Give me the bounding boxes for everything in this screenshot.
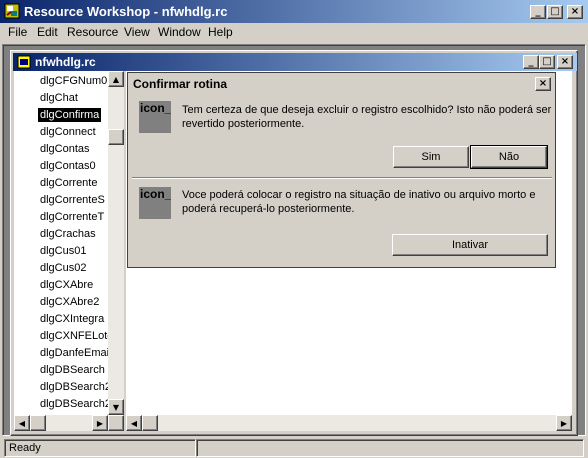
arrow-left-icon: ◀ (130, 418, 138, 428)
resource-list-item[interactable]: dlgDanfeEmail (38, 346, 108, 360)
resource-list-item[interactable]: dlgDBSearch2 (38, 380, 108, 394)
confirm-dialog[interactable]: Confirmar rotina × icon_ Tem certeza de … (127, 72, 556, 268)
app-title: Resource Workshop - nfwhdlg.rc (24, 4, 228, 19)
dialog-close-button[interactable]: × (535, 77, 551, 91)
arrow-up-icon: ▲ (112, 74, 120, 84)
list-horizontal-scrollbar[interactable]: ◀ ▶ (14, 415, 108, 431)
inactivate-message: Voce poderá colocar o registro na situaç… (182, 189, 536, 215)
child-title: nfwhdlg.rc (35, 55, 96, 69)
maximize-button[interactable]: □ (547, 5, 563, 19)
minimize-button[interactable]: _ (530, 5, 546, 19)
resource-list-item[interactable]: dlgCXNFELote (38, 329, 108, 343)
info-icon-placeholder[interactable]: icon_ (139, 187, 171, 219)
status-panel-2 (196, 439, 584, 457)
scroll-thumb[interactable] (108, 129, 124, 145)
resource-list-item[interactable]: dlgCrachas (38, 227, 98, 241)
child-minimize-button[interactable]: _ (523, 55, 539, 69)
resource-list-item[interactable]: dlgChat (38, 91, 80, 105)
menu-file[interactable]: File (8, 25, 27, 39)
arrow-right-icon: ▶ (560, 418, 568, 428)
pane-horizontal-scrollbar[interactable]: ◀ ▶ (126, 415, 572, 431)
resource-list-item[interactable]: dlgContas0 (38, 159, 98, 173)
menu-bar: File Edit Resource View Window Help (0, 23, 588, 42)
status-bar: Ready (0, 438, 588, 458)
resource-list-item[interactable]: dlgCXAbre2 (38, 295, 101, 309)
resource-list-item[interactable]: dlgDBSearch2 (38, 397, 108, 411)
scroll-down-button[interactable]: ▼ (108, 399, 124, 415)
scroll-right-button[interactable]: ▶ (92, 415, 108, 431)
app-title-bar[interactable]: Resource Workshop - nfwhdlg.rc _ □ × (0, 0, 588, 23)
resource-list-item[interactable]: dlgCorrenteT (38, 210, 106, 224)
pane-scroll-left-button[interactable]: ◀ (126, 415, 142, 431)
pane-hscroll-thumb[interactable] (142, 415, 158, 431)
status-panel: Ready (4, 439, 196, 457)
rc-document-icon[interactable] (16, 54, 32, 70)
question-icon-placeholder[interactable]: icon_ (139, 101, 171, 133)
child-close-button[interactable]: × (557, 55, 573, 69)
menu-help[interactable]: Help (208, 25, 233, 39)
resource-workshop-app-icon[interactable] (4, 3, 20, 19)
scroll-up-button[interactable]: ▲ (108, 71, 124, 87)
resource-list-item[interactable]: dlgCorrenteS (38, 193, 107, 207)
resource-list-item[interactable]: dlgContas (38, 142, 92, 156)
scroll-left-button[interactable]: ◀ (14, 415, 30, 431)
child-title-bar[interactable]: nfwhdlg.rc _ □ × (13, 53, 577, 71)
resource-list-item[interactable]: dlgCFGNum0 (38, 74, 108, 88)
dialog-title: Confirmar rotina (133, 77, 228, 91)
status-text: Ready (9, 442, 41, 454)
resource-list-item[interactable]: dlgCorrente (38, 176, 99, 190)
delete-confirm-message: Tem certeza de que deseja excluir o regi… (182, 104, 552, 130)
menu-view[interactable]: View (124, 25, 150, 39)
resource-list-item[interactable]: dlgConfirma (36, 107, 103, 123)
resource-list-item[interactable]: dlgCXIntegra (38, 312, 106, 326)
arrow-down-icon: ▼ (112, 402, 120, 412)
resource-list-item[interactable]: dlgCus01 (38, 244, 88, 258)
resource-list-item[interactable]: dlgDBSearch (38, 363, 107, 377)
list-vertical-scrollbar[interactable]: ▲ ▼ (108, 71, 124, 415)
dialog-title-bar[interactable]: Confirmar rotina × (129, 74, 554, 94)
menu-window[interactable]: Window (158, 25, 201, 39)
close-button[interactable]: × (567, 5, 583, 19)
scrollbar-corner (108, 415, 124, 431)
no-button[interactable]: Não (470, 145, 548, 169)
arrow-left-icon: ◀ (18, 418, 26, 428)
menu-edit[interactable]: Edit (37, 25, 58, 39)
resource-list-item[interactable]: dlgConnect (38, 125, 98, 139)
inactivate-button[interactable]: Inativar (392, 234, 548, 256)
menu-resource[interactable]: Resource (67, 25, 118, 39)
section-divider (132, 177, 552, 179)
resource-list-item[interactable]: dlgCXAbre (38, 278, 95, 292)
arrow-right-icon: ▶ (96, 418, 104, 428)
resource-list[interactable]: dlgCFGNum0 dlgChat dlgConfirma dlgConnect dl… (14, 71, 108, 415)
child-maximize-button[interactable]: □ (539, 55, 555, 69)
resource-list-item[interactable]: dlgCus02 (38, 261, 88, 275)
hscroll-thumb[interactable] (30, 415, 46, 431)
pane-scroll-right-button[interactable]: ▶ (556, 415, 572, 431)
yes-button[interactable]: Sim (393, 146, 469, 168)
